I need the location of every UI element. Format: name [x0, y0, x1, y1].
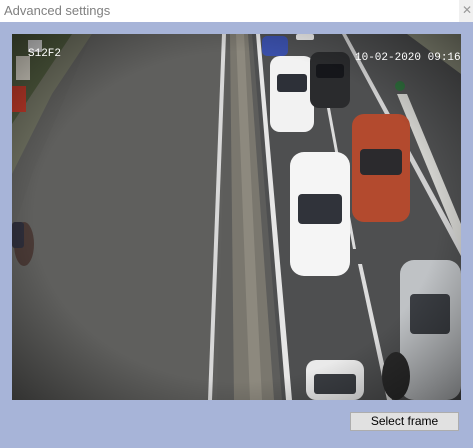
camera-timestamp: 10-02-2020 09:16:10 [355, 52, 461, 64]
advanced-settings-window: Advanced settings ✕ S12F2 10-02-2020 09:… [0, 0, 473, 448]
traffic-camera-image: S12F2 10-02-2020 09:16:10 [12, 34, 461, 400]
select-frame-button[interactable]: Select frame [350, 412, 459, 431]
camera-frame-preview: S12F2 10-02-2020 09:16:10 [12, 34, 461, 400]
window-title: Advanced settings [4, 3, 111, 18]
close-button[interactable]: ✕ [459, 0, 473, 22]
close-icon: ✕ [462, 3, 473, 17]
camera-id-label: S12F2 [28, 48, 61, 60]
title-bar[interactable]: Advanced settings ✕ [0, 0, 473, 22]
